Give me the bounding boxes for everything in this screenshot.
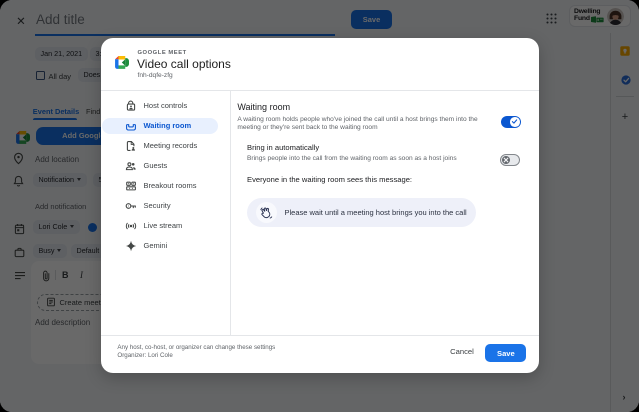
waiting-message-pill: Please wait until a meeting host brings … xyxy=(247,198,476,227)
browser-window: ✕ Add title Save Dwelling Fund xyxy=(0,0,639,412)
google-meet-icon xyxy=(114,55,129,75)
meeting-code: fnh-dqfe-zfg xyxy=(138,72,173,79)
nav-item-gemini[interactable]: Gemini xyxy=(102,238,218,254)
nav-item-waiting-room[interactable]: Waiting room xyxy=(102,118,218,134)
host-controls-icon xyxy=(125,100,137,112)
cancel-button[interactable]: Cancel xyxy=(446,344,478,360)
toggle-knob xyxy=(510,117,520,127)
nav-item-label: Meeting records xyxy=(144,141,198,150)
header-divider xyxy=(101,90,539,91)
google-meet-icon xyxy=(114,57,129,74)
nav-item-host-controls[interactable]: Host controls xyxy=(102,98,218,114)
message-heading: Everyone in the waiting room sees this m… xyxy=(247,175,412,184)
nav-item-guests[interactable]: Guests xyxy=(102,158,218,174)
dialog-kicker: GOOGLE MEET xyxy=(138,50,187,56)
section-heading: Waiting room xyxy=(237,102,290,112)
save-button[interactable]: Save xyxy=(485,344,526,362)
nav-item-label: Live stream xyxy=(144,221,183,230)
nav-item-label: Host controls xyxy=(144,101,188,110)
gemini-icon xyxy=(125,240,137,252)
toggle-knob xyxy=(502,156,510,164)
breakout-rooms-icon xyxy=(125,180,137,192)
meeting-records-icon xyxy=(125,140,137,152)
nav-item-label: Guests xyxy=(144,161,168,170)
bring-in-title: Bring in automatically xyxy=(247,143,319,152)
guests-icon xyxy=(125,160,137,172)
nav-item-live-stream[interactable]: Live stream xyxy=(102,218,218,234)
waving-hand-icon xyxy=(256,202,277,223)
waiting-room-icon xyxy=(125,120,137,132)
nav-item-label: Gemini xyxy=(144,241,168,250)
live-stream-icon xyxy=(125,220,137,232)
x-icon xyxy=(503,157,509,163)
nav-divider xyxy=(230,90,231,334)
nav-item-breakout-rooms[interactable]: Breakout rooms xyxy=(102,178,218,194)
settings-nav: Host controls Waiting room Meeting recor… xyxy=(102,98,218,258)
bring-in-description: Brings people into the call from the wai… xyxy=(247,155,457,162)
footer-divider xyxy=(101,335,539,336)
video-call-options-dialog: GOOGLE MEET Video call options fnh-dqfe-… xyxy=(101,38,539,373)
footer-organizer: Organizer: Lori Cole xyxy=(117,352,172,359)
nav-item-security[interactable]: Security xyxy=(102,198,218,214)
footer-note: Any host, co-host, or organizer can chan… xyxy=(117,344,275,351)
waving-hand-glyph xyxy=(259,206,273,220)
dialog-title: Video call options xyxy=(137,57,231,71)
waiting-message-text: Please wait until a meeting host brings … xyxy=(285,208,467,217)
nav-item-label: Waiting room xyxy=(144,121,192,130)
check-icon xyxy=(511,118,518,125)
nav-item-meeting-records[interactable]: Meeting records xyxy=(102,138,218,154)
bring-in-toggle[interactable] xyxy=(500,154,520,166)
nav-item-label: Breakout rooms xyxy=(144,181,197,190)
section-description: A waiting room holds people who've joine… xyxy=(237,116,480,133)
nav-item-label: Security xyxy=(144,201,171,210)
waiting-room-toggle[interactable] xyxy=(501,116,521,128)
security-icon xyxy=(125,200,137,212)
